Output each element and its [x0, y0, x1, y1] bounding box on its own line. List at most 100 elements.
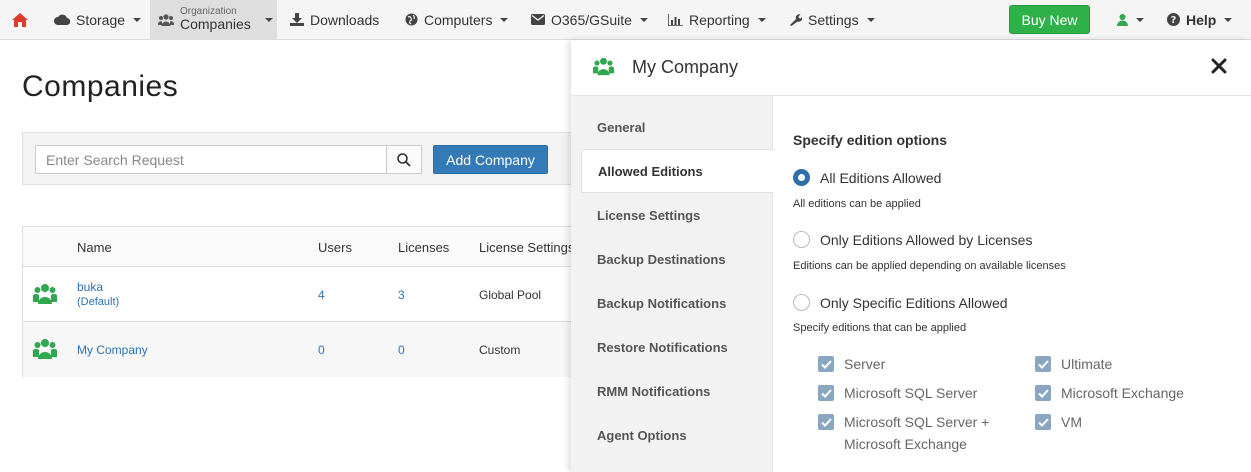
edition-checkbox-server[interactable]: Server [818, 353, 885, 375]
radio-button[interactable] [793, 294, 810, 311]
company-name-link[interactable]: buka [77, 280, 103, 294]
nav-downloads[interactable]: Downloads [282, 0, 387, 39]
add-company-button[interactable]: Add Company [433, 145, 548, 174]
checkbox[interactable] [818, 385, 834, 401]
close-icon [1211, 58, 1227, 74]
license-settings-value: Custom [479, 343, 521, 357]
licenses-count-link[interactable]: 3 [398, 288, 405, 302]
checkmark-icon [820, 417, 832, 427]
nav-reporting[interactable]: Reporting [660, 0, 774, 39]
default-tag: (Default) [77, 296, 120, 308]
nav-organization-text: Organization Companies [180, 6, 251, 32]
nav-computers[interactable]: Computers [397, 0, 516, 39]
radio-all-editions[interactable]: All Editions Allowed [793, 169, 941, 186]
chevron-down-icon [1224, 17, 1233, 22]
checkbox[interactable] [1035, 414, 1051, 430]
chevron-down-icon [133, 17, 142, 22]
checkbox[interactable] [818, 414, 834, 430]
question-circle-icon: ? [1167, 13, 1180, 26]
download-icon [290, 13, 304, 26]
nav-computers-label: Computers [424, 11, 493, 28]
chevron-down-icon [757, 17, 766, 22]
checkbox[interactable] [1035, 356, 1051, 372]
edition-label: Ultimate [1061, 356, 1113, 372]
nav-help[interactable]: ? Help [1159, 0, 1240, 39]
chevron-down-icon [500, 17, 509, 22]
checkbox[interactable] [818, 356, 834, 372]
search-input[interactable] [35, 145, 387, 174]
chevron-down-icon [1136, 17, 1144, 22]
table-row[interactable]: buka (Default) 4 3 Global Pool [23, 267, 581, 322]
top-navbar: Storage Organization Companies Downloads… [0, 0, 1251, 40]
tab-restore-notifications[interactable]: Restore Notifications [571, 325, 773, 369]
column-header-license-settings[interactable]: License Settings [479, 240, 574, 255]
close-button[interactable] [1211, 58, 1227, 77]
column-header-users[interactable]: Users [318, 240, 352, 255]
tab-backup-destinations[interactable]: Backup Destinations [571, 237, 773, 281]
radio-label: Only Editions Allowed by Licenses [820, 231, 1033, 248]
tab-license-settings[interactable]: License Settings [571, 193, 773, 237]
radio-specific-editions[interactable]: Only Specific Editions Allowed [793, 294, 1008, 311]
tab-allowed-editions[interactable]: Allowed Editions [581, 149, 774, 193]
page-title: Companies [22, 70, 179, 103]
users-count-link[interactable]: 4 [318, 288, 325, 302]
checkmark-icon [820, 388, 832, 398]
tab-general[interactable]: General [571, 105, 773, 149]
radio-button[interactable] [793, 231, 810, 248]
chevron-down-icon [639, 17, 648, 22]
tab-rmm-notifications[interactable]: RMM Notifications [571, 369, 773, 413]
allowed-editions-form: Specify edition options All Editions All… [793, 96, 1233, 472]
checkbox[interactable] [1035, 385, 1051, 401]
edition-checkbox-ultimate[interactable]: Ultimate [1035, 353, 1112, 375]
checkmark-icon [1037, 388, 1049, 398]
company-name-link[interactable]: My Company [77, 343, 148, 357]
user-menu[interactable] [1109, 0, 1152, 39]
section-title: Specify edition options [793, 132, 948, 148]
nav-organization[interactable]: Organization Companies [150, 0, 277, 39]
nav-settings-label: Settings [808, 11, 859, 28]
search-button[interactable] [386, 145, 422, 174]
nav-settings[interactable]: Settings [781, 0, 883, 39]
nav-reporting-label: Reporting [689, 11, 750, 28]
company-icon [33, 284, 57, 304]
column-header-licenses[interactable]: Licenses [398, 240, 449, 255]
chevron-down-icon [264, 17, 273, 22]
edition-label: Server [844, 356, 886, 372]
edition-label: Microsoft Exchange [1061, 385, 1184, 401]
search-icon [397, 152, 411, 167]
nav-storage[interactable]: Storage [46, 0, 149, 39]
licenses-count-link[interactable]: 0 [398, 343, 405, 357]
users-count-link[interactable]: 0 [318, 343, 325, 357]
edition-checkbox-mssql-exchange[interactable]: Microsoft SQL Server + Microsoft Exchang… [818, 411, 1008, 455]
edition-label: Microsoft SQL Server [844, 385, 978, 401]
nav-downloads-label: Downloads [310, 11, 380, 28]
panel-title: My Company [632, 57, 739, 77]
column-header-name[interactable]: Name [77, 240, 112, 255]
radio-description: All editions can be applied [793, 198, 921, 210]
radio-licensed-editions[interactable]: Only Editions Allowed by Licenses [793, 231, 1032, 248]
table-header: Name Users Licenses License Settings [23, 227, 581, 267]
tab-agent-options[interactable]: Agent Options [571, 413, 773, 457]
cloud-icon [54, 14, 70, 25]
edition-checkbox-exchange[interactable]: Microsoft Exchange [1035, 382, 1184, 404]
nav-o365[interactable]: O365/GSuite [523, 0, 656, 39]
table-row[interactable]: My Company 0 0 Custom [23, 322, 581, 377]
nav-help-label: Help [1186, 11, 1217, 28]
edition-label: VM [1061, 414, 1082, 430]
checkmark-icon [1037, 417, 1049, 427]
radio-button[interactable] [793, 169, 810, 186]
buy-new-button[interactable]: Buy New [1009, 5, 1090, 34]
home-link[interactable] [4, 0, 36, 39]
tab-backup-notifications[interactable]: Backup Notifications [571, 281, 773, 325]
checkmark-icon [820, 359, 832, 369]
edition-checkbox-mssql[interactable]: Microsoft SQL Server [818, 382, 977, 404]
user-icon [1117, 13, 1128, 26]
radio-description: Specify editions that can be applied [793, 322, 967, 334]
company-settings-panel: My Company General Allowed Editions Lice… [571, 40, 1251, 472]
edition-checkbox-vm[interactable]: VM [1035, 411, 1082, 433]
nav-o365-label: O365/GSuite [551, 11, 632, 28]
radio-label: Only Specific Editions Allowed [820, 294, 1008, 311]
search-panel: Add Company [22, 132, 582, 185]
wrench-icon [790, 14, 802, 26]
panel-header: My Company [571, 40, 1251, 96]
